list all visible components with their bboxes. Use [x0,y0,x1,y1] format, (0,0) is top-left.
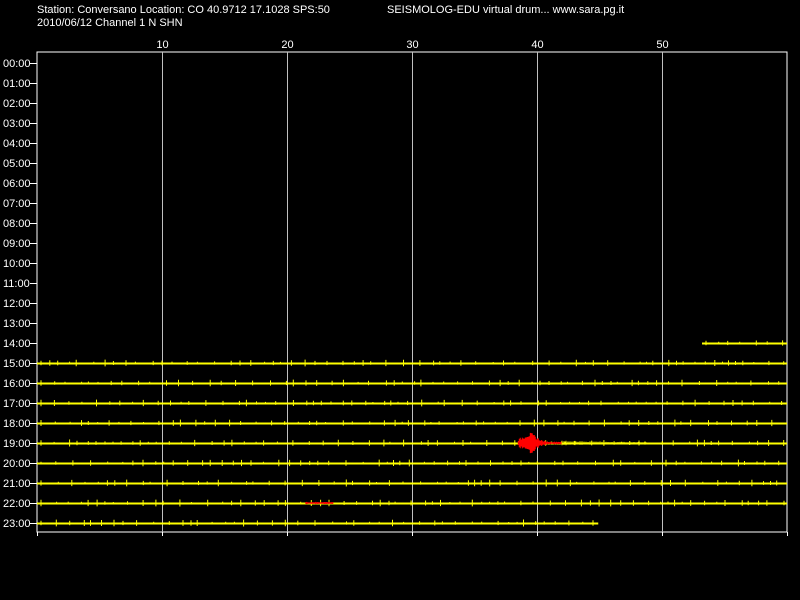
y-tick-label: 11:00 [3,278,30,290]
y-tick-label: 23:00 [3,518,31,530]
y-tick-label: 21:00 [3,478,31,490]
y-tick-label: 15:00 [3,358,31,370]
y-tick-label: 07:00 [3,198,31,210]
y-tick-label: 10:00 [3,258,31,270]
y-tick-label: 12:00 [3,298,31,310]
x-tick-label: 20 [281,39,293,51]
y-tick-label: 04:00 [3,138,31,150]
y-tick-label: 06:00 [3,178,31,190]
y-tick-label: 14:00 [3,338,31,350]
y-tick-label: 18:00 [3,418,31,430]
y-tick-label: 00:00 [3,58,31,70]
y-tick-label: 02:00 [3,98,31,110]
y-tick-label: 13:00 [3,318,31,330]
y-tick-label: 01:00 [3,78,31,90]
y-tick-label: 09:00 [3,238,31,250]
seismic-event [517,432,562,454]
x-tick-label: 30 [406,39,418,51]
x-tick-label: 50 [656,39,668,51]
y-tick-label: 05:00 [3,158,31,170]
seismogram-drum-chart: 10 20 30 40 50 00:00 01:00 02:00 03:00 04:00 05:00… [3,39,788,536]
y-tick-label: 22:00 [3,498,31,510]
y-tick-label: 17:00 [3,398,31,410]
y-tick-label: 16:00 [3,378,31,390]
y-tick-label: 08:00 [3,218,31,230]
x-tick-label: 10 [156,39,168,51]
x-tick-label: 40 [531,39,543,51]
y-tick-label: 03:00 [3,118,31,130]
y-tick-label: 20:00 [3,458,31,470]
y-tick-label: 19:00 [3,438,31,450]
